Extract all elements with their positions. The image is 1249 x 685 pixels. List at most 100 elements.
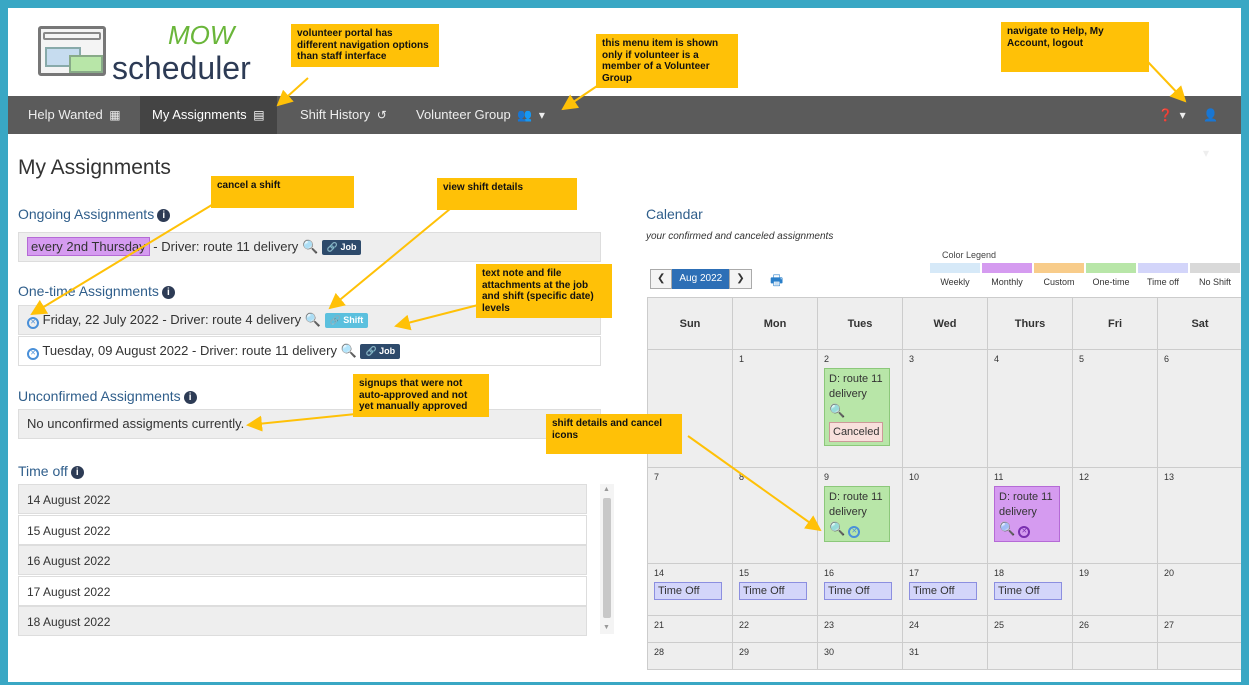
calendar-event[interactable]: D: route 11 delivery 🔍 Canceled xyxy=(824,368,890,447)
zoom-in-icon[interactable]: 🔍 xyxy=(341,343,357,358)
calendar-day: 8 xyxy=(732,467,818,564)
calendar-event[interactable]: D: route 11 delivery 🔍 ✕ xyxy=(994,486,1060,542)
timeoff-event[interactable]: Time Off xyxy=(909,582,977,600)
timeoff-event[interactable]: Time Off xyxy=(994,582,1062,600)
history-icon: ↺ xyxy=(376,108,387,122)
cancel-shift-icon[interactable]: ✕ xyxy=(1018,525,1031,538)
assignment-description: Driver: route 4 delivery xyxy=(170,312,302,327)
account-menu[interactable]: 👤 ▾ xyxy=(1188,96,1241,160)
legend-noshift: No Shift xyxy=(1190,263,1240,287)
timeoff-row: 18 August 2022 xyxy=(18,606,587,636)
caret-down-icon: ▾ xyxy=(1179,108,1186,122)
question-circle-icon: ❓ xyxy=(1158,108,1173,122)
calendar-day: 30 xyxy=(817,642,903,670)
scroll-up-arrow-icon[interactable]: ▲ xyxy=(603,486,610,493)
assignment-description: Driver: route 11 delivery xyxy=(199,343,337,358)
timeoff-heading-label: Time off xyxy=(18,463,68,479)
unconfirmed-row: No unconfirmed assigments currently. xyxy=(18,409,601,439)
calendar-day: 7 xyxy=(647,467,733,564)
calendar-day: 4 xyxy=(987,349,1073,468)
calendar-day: 27 xyxy=(1157,615,1241,643)
calendar-day: 13 xyxy=(1157,467,1241,564)
unconfirmed-heading: Unconfirmed Assignments i xyxy=(18,388,197,404)
timeoff-event[interactable]: Time Off xyxy=(824,582,892,600)
timeoff-scrollbar[interactable]: ▲ ▼ xyxy=(600,484,614,634)
page-title: My Assignments xyxy=(18,156,171,179)
zoom-in-icon[interactable]: 🔍 xyxy=(305,312,321,327)
calendar-week: 7 8 9 D: route 11 delivery 🔍 ✕ 10 11 D: … xyxy=(647,467,1241,564)
calendar-day: 11 D: route 11 delivery 🔍 ✕ xyxy=(987,467,1073,564)
next-month-button[interactable]: ❯ xyxy=(729,269,752,289)
ongoing-heading: Ongoing Assignments i xyxy=(18,206,171,222)
info-icon[interactable]: i xyxy=(70,466,84,479)
nav-help-wanted-label: Help Wanted xyxy=(28,107,103,122)
day-header: Wed xyxy=(902,297,988,350)
day-header: Sun xyxy=(647,297,733,350)
calendar-day: 10 xyxy=(902,467,988,564)
annotation-shift-icons: shift details and cancel icons xyxy=(546,414,682,454)
calendar-day: 6 xyxy=(1157,349,1241,468)
info-icon[interactable]: i xyxy=(157,209,171,222)
job-note-badge[interactable]: 🔗 Job xyxy=(360,344,401,359)
info-icon[interactable]: i xyxy=(183,391,197,404)
onetime-heading: One-time Assignments i xyxy=(18,283,175,299)
calendar-day: 16 Time Off xyxy=(817,563,903,616)
nav-volunteer-group[interactable]: Volunteer Group 👥 ▾ xyxy=(404,96,557,134)
canceled-badge: Canceled xyxy=(829,421,884,443)
calendar-day: 12 xyxy=(1072,467,1158,564)
calendar-day: 20 xyxy=(1157,563,1241,616)
separator: - xyxy=(153,239,158,254)
calendar-day: 18 Time Off xyxy=(987,563,1073,616)
timeoff-row: 17 August 2022 xyxy=(18,576,587,606)
month-calendar: Sun Mon Tues Wed Thurs Fri Sat 1 2 D: ro… xyxy=(647,297,1241,670)
calendar-day: 9 D: route 11 delivery 🔍 ✕ xyxy=(817,467,903,564)
nav-help-wanted[interactable]: Help Wanted ▦ xyxy=(16,96,133,134)
event-label: D: route 11 delivery xyxy=(829,373,883,400)
current-month-button[interactable]: Aug 2022 xyxy=(672,269,730,289)
prev-month-button[interactable]: ❮ xyxy=(650,269,673,289)
annotation-text-note: text note and file attachments at the jo… xyxy=(476,264,612,318)
calendar-day: 24 xyxy=(902,615,988,643)
caret-down-icon: ▾ xyxy=(538,108,545,122)
ongoing-heading-label: Ongoing Assignments xyxy=(18,206,155,222)
zoom-in-icon[interactable]: 🔍 xyxy=(829,521,845,536)
job-note-badge[interactable]: 🔗 Job xyxy=(321,240,362,255)
calendar-day: 28 xyxy=(647,642,733,670)
nav-shift-history-label: Shift History xyxy=(300,107,371,122)
calendar-day: 14 Time Off xyxy=(647,563,733,616)
users-icon: 👥 xyxy=(517,108,533,122)
day-header: Tues xyxy=(817,297,903,350)
month-navigator: ❮ Aug 2022 ❯ xyxy=(650,269,752,289)
timeoff-row: 15 August 2022 xyxy=(18,515,587,545)
cancel-shift-icon[interactable]: ✕ xyxy=(848,525,861,538)
scroll-thumb[interactable] xyxy=(603,498,611,618)
zoom-in-icon[interactable]: 🔍 xyxy=(999,521,1015,536)
timeoff-event[interactable]: Time Off xyxy=(739,582,807,600)
calendar-week: 1 2 D: route 11 delivery 🔍 Canceled 3 4 … xyxy=(647,349,1241,468)
logo-mow-text: MOW xyxy=(168,20,235,50)
shift-note-badge[interactable]: 🔗 Shift xyxy=(324,313,369,328)
user-icon: 👤 xyxy=(1203,108,1218,122)
assignment-date: Tuesday, 09 August 2022 - xyxy=(42,343,197,358)
info-icon[interactable]: i xyxy=(161,286,175,299)
cancel-shift-icon[interactable]: ✕ xyxy=(27,348,39,360)
zoom-in-icon[interactable]: 🔍 xyxy=(829,403,845,418)
nav-shift-history[interactable]: Shift History ↺ xyxy=(288,96,399,134)
nav-my-assignments[interactable]: My Assignments ▤ xyxy=(140,96,277,134)
cancel-shift-icon[interactable]: ✕ xyxy=(27,317,39,329)
timeoff-heading: Time off i xyxy=(18,463,84,479)
annotation-view-details: view shift details xyxy=(437,178,577,210)
app-logo[interactable]: MOW scheduler xyxy=(30,20,290,96)
scroll-down-arrow-icon[interactable]: ▼ xyxy=(603,624,610,631)
zoom-in-icon[interactable]: 🔍 xyxy=(302,239,318,254)
print-icon[interactable]: 🖶 xyxy=(770,270,783,294)
timeoff-row: 16 August 2022 xyxy=(18,545,587,575)
timeoff-event[interactable]: Time Off xyxy=(654,582,722,600)
pattern-label: every 2nd Thursday xyxy=(27,237,150,256)
calendar-header-row: Sun Mon Tues Wed Thurs Fri Sat xyxy=(647,297,1241,350)
calendar-event[interactable]: D: route 11 delivery 🔍 ✕ xyxy=(824,486,890,542)
calendar-day: 17 Time Off xyxy=(902,563,988,616)
annotation-help-account: navigate to Help, My Account, logout xyxy=(1001,22,1149,72)
caret-down-icon: ▾ xyxy=(1203,146,1210,160)
calendar-day: 25 xyxy=(987,615,1073,643)
